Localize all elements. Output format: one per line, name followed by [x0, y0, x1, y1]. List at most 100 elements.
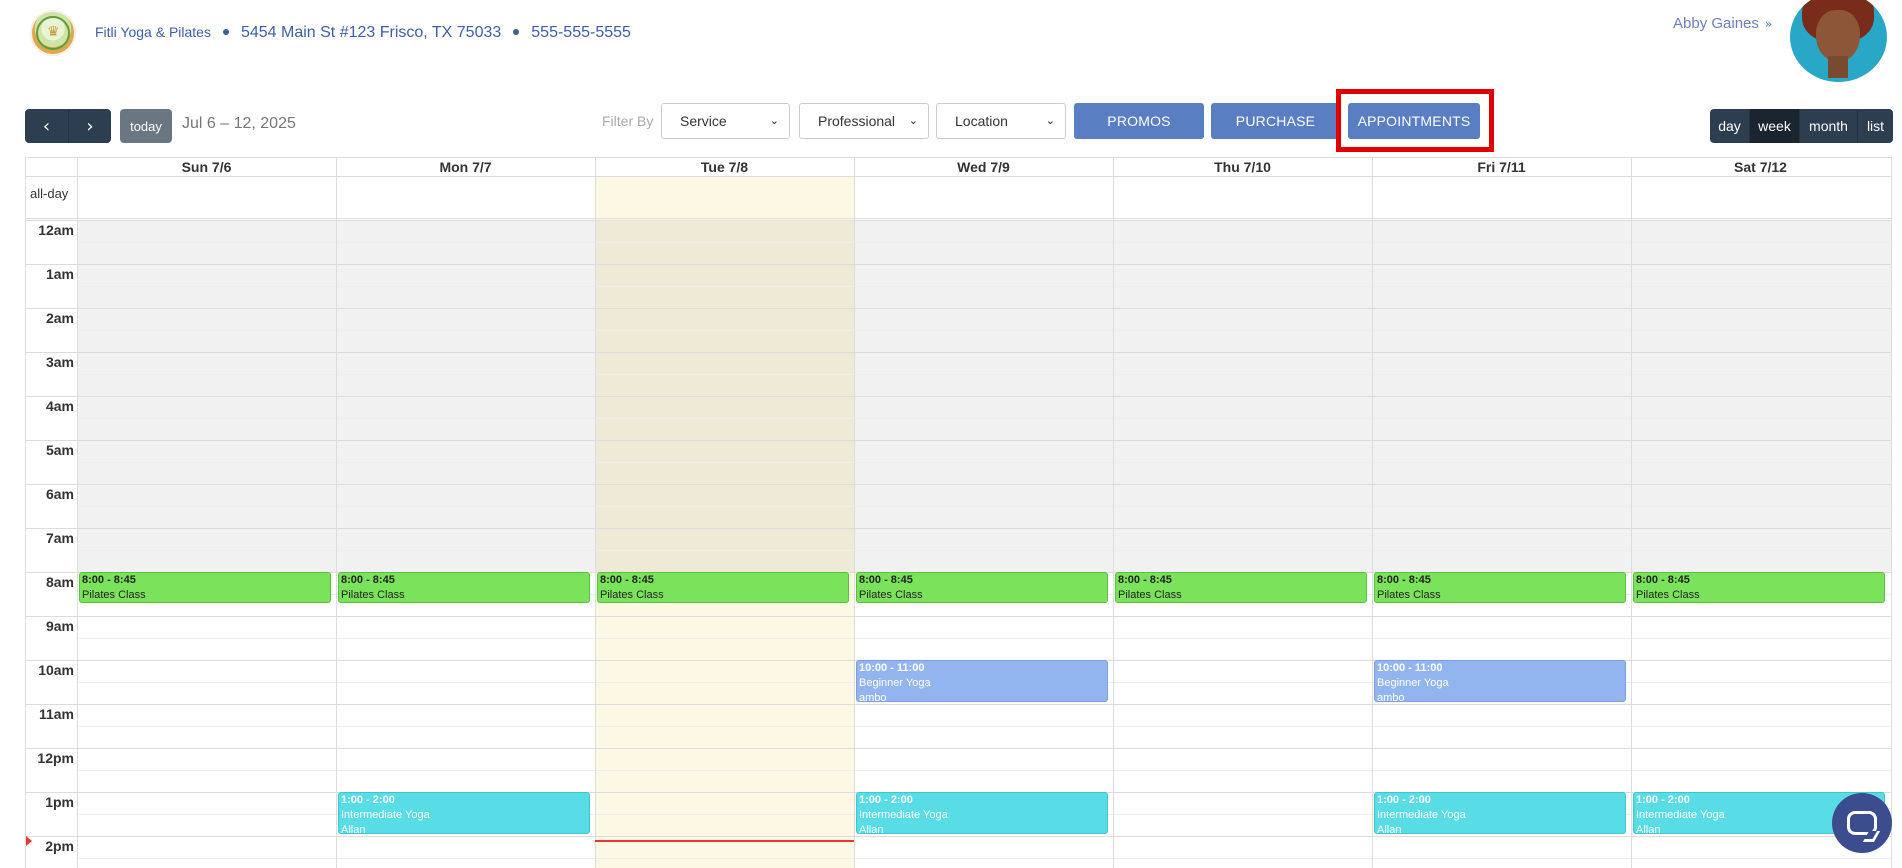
half-hour-line [77, 726, 1891, 727]
day-divider [1631, 158, 1632, 868]
month-view-button[interactable]: month [1799, 109, 1857, 143]
calendar-event[interactable]: 10:00 - 11:00 Beginner Yoga ambo [856, 660, 1108, 702]
hour-line [26, 484, 1891, 485]
business-info: Fitli Yoga & Pilates 5454 Main St #123 Fr… [95, 24, 631, 42]
calendar-event[interactable]: 8:00 - 8:45 Pilates Class [1374, 572, 1626, 603]
week-view-button[interactable]: week [1749, 109, 1799, 143]
chat-icon [1847, 811, 1877, 835]
event-title: Beginner Yoga [859, 677, 931, 689]
list-view-button[interactable]: list [1857, 109, 1893, 143]
separator-dot [513, 29, 520, 36]
event-time: 8:00 - 8:45 [341, 574, 395, 586]
half-hour-line [77, 286, 1891, 287]
time-label: 10am [38, 662, 74, 678]
day-header[interactable]: Mon 7/7 [336, 158, 595, 176]
event-title: Pilates Class [1377, 589, 1441, 601]
day-header[interactable]: Sat 7/12 [1631, 158, 1890, 176]
time-label: 1pm [45, 794, 74, 810]
business-logo[interactable]: ♛ [30, 10, 76, 56]
user-menu[interactable]: Abby Gaines » [1673, 15, 1772, 32]
day-divider [336, 158, 337, 868]
avatar-face [1816, 10, 1860, 62]
time-label: 6am [45, 486, 74, 502]
event-title: Pilates Class [341, 589, 405, 601]
user-name: Abby Gaines [1673, 15, 1759, 32]
event-title: Pilates Class [1118, 589, 1182, 601]
event-time: 1:00 - 2:00 [341, 794, 395, 806]
professional-filter-select[interactable]: Professional ⌄ [799, 103, 929, 139]
event-title: Intermediate Yoga [1377, 809, 1466, 821]
avatar[interactable] [1790, 0, 1887, 82]
hour-line [26, 308, 1891, 309]
filter-by-label: Filter By [602, 113, 654, 129]
today-button[interactable]: today [120, 109, 172, 143]
hour-line [26, 440, 1891, 441]
day-header[interactable]: Wed 7/9 [854, 158, 1113, 176]
calendar-event[interactable]: 8:00 - 8:45 Pilates Class [79, 572, 331, 603]
event-title: Pilates Class [600, 589, 664, 601]
calendar-event[interactable]: 8:00 - 8:45 Pilates Class [856, 572, 1108, 603]
time-label: 7am [45, 530, 74, 546]
chevron-down-icon: ⌄ [1045, 114, 1055, 127]
chevron-right-icon: › [86, 115, 94, 137]
hour-line [26, 704, 1891, 705]
day-header[interactable]: Thu 7/10 [1113, 158, 1372, 176]
time-label: 3am [45, 354, 74, 370]
day-header[interactable]: Tue 7/8 [595, 158, 854, 176]
calendar-event[interactable]: 8:00 - 8:45 Pilates Class [1633, 572, 1885, 603]
calendar-event[interactable]: 8:00 - 8:45 Pilates Class [338, 572, 590, 603]
service-filter-select[interactable]: Service ⌄ [661, 103, 790, 139]
chevron-left-icon: ‹ [42, 115, 51, 137]
day-divider [1113, 158, 1114, 868]
hour-line [26, 748, 1891, 749]
separator-dot [222, 29, 229, 36]
view-switcher: day week month list [1710, 109, 1893, 143]
time-label: 11am [38, 706, 74, 722]
hour-line [26, 616, 1891, 617]
next-week-button[interactable]: › [68, 109, 111, 143]
week-calendar: all-day 12am 1am 2am 3am 4am 5am 6am 7am 8am 9am 1… [25, 157, 1892, 868]
app-header: ♛ Fitli Yoga & Pilates 5454 Main St #123 … [0, 0, 1902, 85]
chevron-down-icon: ⌄ [769, 114, 779, 127]
event-title: Beginner Yoga [1377, 677, 1449, 689]
purchase-button[interactable]: PURCHASE [1211, 103, 1340, 139]
time-label: 2am [45, 310, 74, 326]
half-hour-line [77, 330, 1891, 331]
calendar-event[interactable]: 10:00 - 11:00 Beginner Yoga ambo [1374, 660, 1626, 702]
day-view-button[interactable]: day [1710, 109, 1749, 143]
hour-line [26, 396, 1891, 397]
business-name: Fitli Yoga & Pilates [95, 24, 211, 40]
event-time: 8:00 - 8:45 [859, 574, 913, 586]
prev-week-button[interactable]: ‹ [25, 109, 68, 143]
hour-line [26, 352, 1891, 353]
hour-line [26, 836, 1891, 837]
time-axis-divider [77, 158, 78, 868]
chat-widget-button[interactable] [1832, 793, 1892, 853]
calendar-event[interactable]: 8:00 - 8:45 Pilates Class [1115, 572, 1367, 603]
half-hour-line [77, 462, 1891, 463]
day-header[interactable]: Sun 7/6 [77, 158, 336, 176]
half-hour-line [77, 550, 1891, 551]
event-instructor: ambo [1377, 692, 1405, 702]
hour-line [26, 528, 1891, 529]
event-title: Pilates Class [859, 589, 923, 601]
time-label: 5am [45, 442, 74, 458]
double-chevron-down-icon: » [1764, 17, 1773, 31]
time-label: 2pm [45, 838, 74, 854]
event-title: Pilates Class [1636, 589, 1700, 601]
prev-next-group: ‹ › [25, 109, 111, 143]
location-filter-select[interactable]: Location ⌄ [936, 103, 1066, 139]
calendar-event[interactable]: 1:00 - 2:00 Intermediate Yoga Allan [338, 792, 590, 834]
promos-button[interactable]: PROMOS [1074, 103, 1204, 139]
all-day-label: all-day [30, 186, 69, 201]
event-title: Pilates Class [82, 589, 146, 601]
time-label: 8am [45, 574, 74, 590]
appointments-highlight-box [1336, 89, 1494, 152]
day-divider [854, 158, 855, 868]
calendar-event[interactable]: 1:00 - 2:00 Intermediate Yoga Allan [856, 792, 1108, 834]
day-header[interactable]: Fri 7/11 [1372, 158, 1631, 176]
calendar-event[interactable]: 8:00 - 8:45 Pilates Class [597, 572, 849, 603]
half-hour-line [77, 418, 1891, 419]
calendar-event[interactable]: 1:00 - 2:00 Intermediate Yoga Allan [1374, 792, 1626, 834]
half-hour-line [77, 638, 1891, 639]
